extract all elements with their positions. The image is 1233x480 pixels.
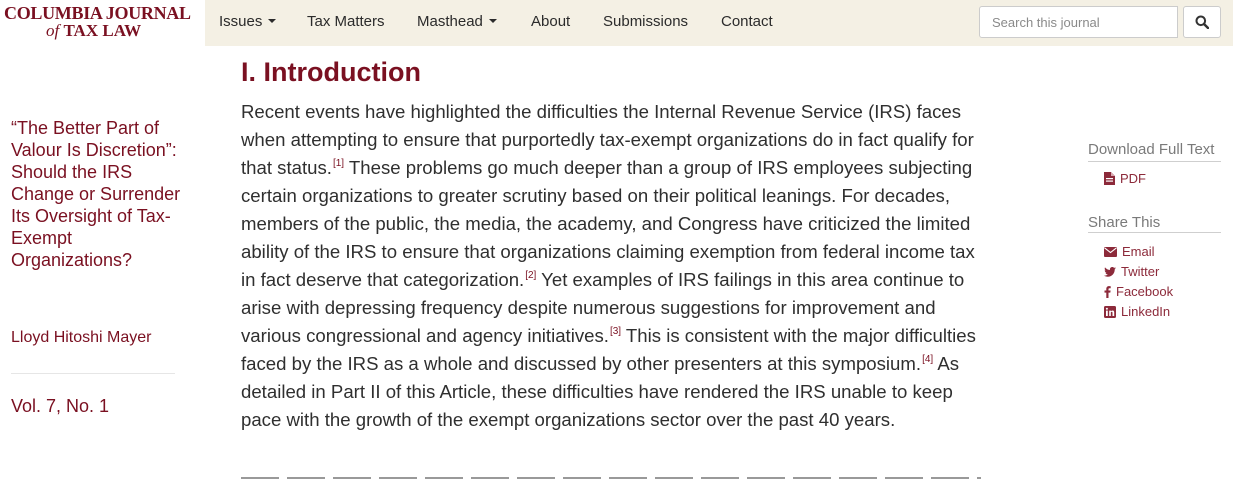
nav-issues-label: Issues [219, 13, 263, 30]
article-paragraph: Recent events have highlighted the diffi… [241, 98, 993, 434]
section-heading: I. Introduction [241, 57, 421, 87]
nav-tax-matters[interactable]: Tax Matters [307, 13, 385, 30]
caret-down-icon [268, 19, 277, 24]
footnote-link[interactable]: [2] [525, 270, 536, 281]
next-paragraph-clipped [241, 474, 981, 480]
pdf-link[interactable]: PDF [1104, 171, 1146, 186]
share-email-label: Email [1122, 244, 1155, 259]
share-twitter-label: Twitter [1121, 264, 1160, 279]
top-navbar: COLUMBIA JOURNAL of TAX LAW Issues Tax M… [0, 0, 1233, 46]
nav-submissions[interactable]: Submissions [603, 13, 688, 30]
logo-line2-bold: TAX LAW [63, 21, 142, 40]
sidebar-author: Lloyd Hitoshi Mayer [11, 329, 152, 346]
facebook-icon [1104, 285, 1111, 298]
download-divider [1088, 161, 1221, 162]
nav-issues[interactable]: Issues [219, 13, 277, 30]
search-input[interactable] [979, 6, 1178, 38]
logo-line2-italic: of [46, 21, 60, 40]
share-facebook-label: Facebook [1116, 284, 1174, 299]
sidebar-divider [11, 373, 175, 374]
nav-masthead-label: Masthead [417, 13, 483, 30]
envelope-icon [1104, 246, 1117, 257]
pdf-link-label: PDF [1120, 171, 1146, 186]
share-email-link[interactable]: Email [1104, 244, 1155, 259]
search-icon [1195, 15, 1209, 29]
nav-about[interactable]: About [531, 13, 570, 30]
footnote-link[interactable]: [1] [333, 158, 344, 169]
footnote-link[interactable]: [4] [922, 354, 933, 365]
share-heading: Share This [1088, 214, 1161, 231]
share-linkedin-label: LinkedIn [1121, 304, 1171, 319]
nav-contact[interactable]: Contact [721, 13, 773, 30]
caret-down-icon [488, 19, 497, 24]
linkedin-icon [1104, 305, 1116, 318]
file-pdf-icon [1104, 172, 1115, 185]
download-heading: Download Full Text [1088, 141, 1215, 158]
share-divider [1088, 232, 1221, 233]
twitter-icon [1104, 266, 1116, 277]
share-twitter-link[interactable]: Twitter [1104, 264, 1159, 279]
nav-masthead[interactable]: Masthead [417, 13, 497, 30]
share-linkedin-link[interactable]: LinkedIn [1104, 304, 1170, 319]
sidebar-article-title: “The Better Part of Valour Is Discretion… [11, 118, 181, 270]
journal-logo[interactable]: COLUMBIA JOURNAL of TAX LAW [0, 0, 205, 46]
share-facebook-link[interactable]: Facebook [1104, 284, 1173, 299]
logo-line2: of TAX LAW [46, 21, 141, 41]
search-button[interactable] [1183, 6, 1221, 38]
footnote-link[interactable]: [3] [610, 326, 621, 337]
sidebar-volume-link[interactable]: Vol. 7, No. 1 [11, 396, 109, 417]
